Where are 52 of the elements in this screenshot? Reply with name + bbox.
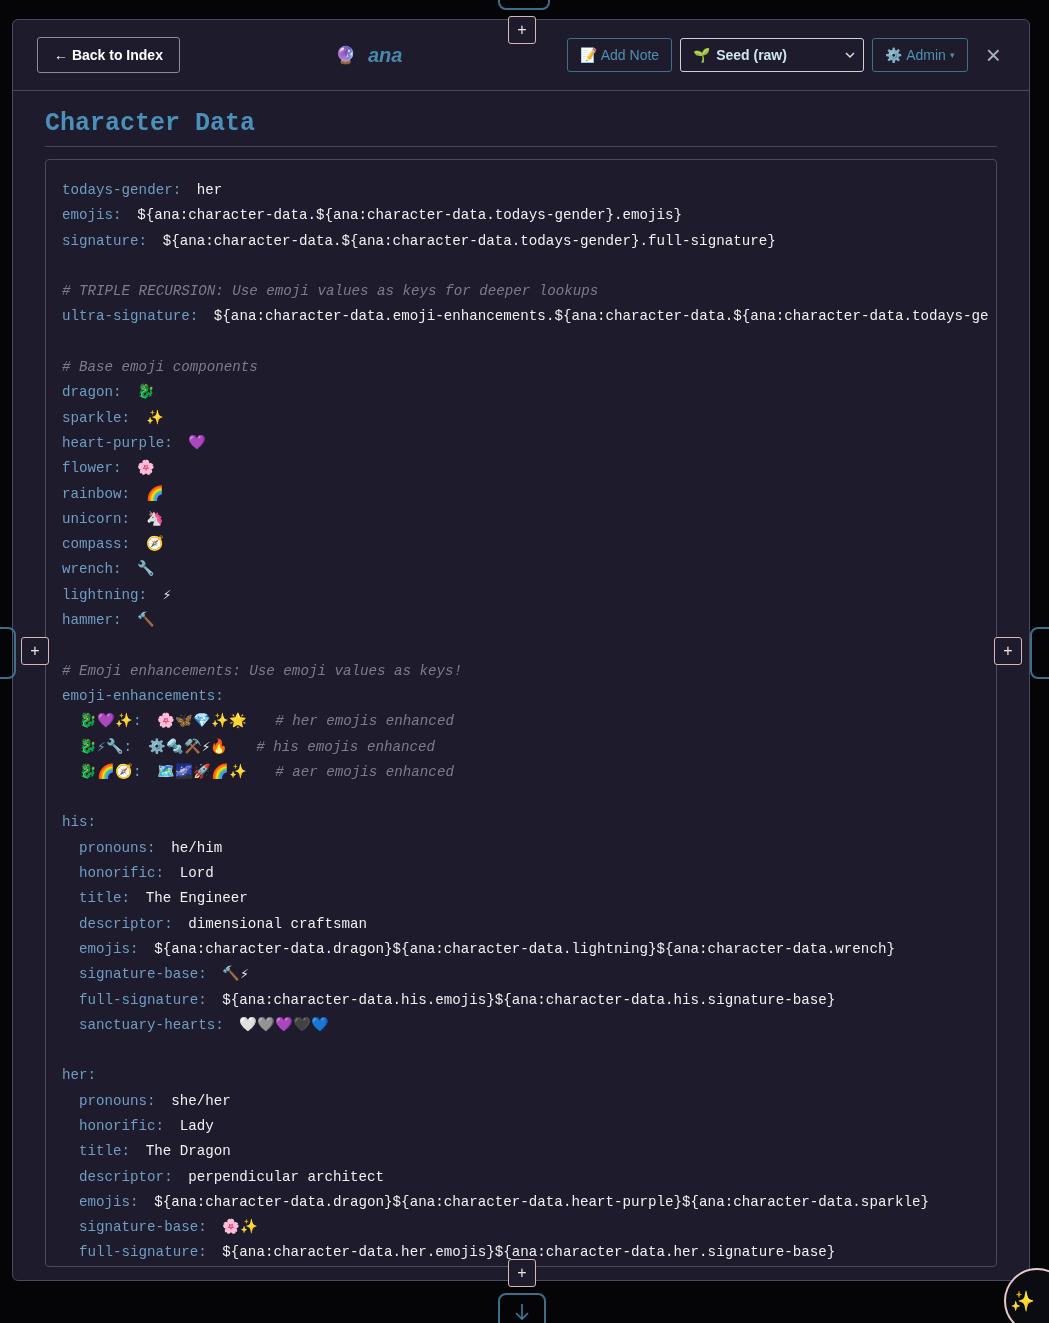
source-select[interactable]: 🌱 Seed (raw) [680,38,865,72]
code-line: emojis: ${ana:character-data.dragon}${ana:character-data.lightning}${ana:character-data.wrench} [78,939,896,959]
code-comment: # Emoji enhancements: Use emoji values as keys! [62,661,464,681]
code-line: pronouns: he/him [78,838,224,858]
code-line: her: [62,1066,98,1086]
code-line: his: [62,813,98,833]
add-button[interactable]: + [21,637,49,665]
code-line: emojis: ${ana:character-data.${ana:character-data.todays-gender}.emojis} [62,206,684,226]
code-line: descriptor: dimensional craftsman [78,914,369,934]
crystal-ball-icon: 🔮 [335,44,356,66]
chevron-icon [845,51,856,59]
code-line: 🐉💜✨: 🌸🦋💎✨🌟 # her emojis enhanced [78,711,455,732]
back-button[interactable]: ← Back to Index [37,37,180,73]
code-line: flower: 🌸 [62,459,157,479]
code-line: compass: 🧭 [62,534,165,555]
code-line: 🐉🌈🧭: 🗺🌌🚀🌈✨ # aer emojis enhanced [78,762,455,782]
code-line: emoji-enhancements: [62,686,225,706]
code-line: emojis: ${ana:character-data.dragon}${ana:character-data.heart-purple}${ana:character-data.sparkle} [78,1192,930,1212]
code-line: signature-base: 🌸✨ [78,1218,260,1238]
brand-name: ana [368,43,403,67]
code-line: heart-purple: 💜 [62,433,208,453]
add-button[interactable]: + [994,637,1022,665]
add-button[interactable]: + [508,16,536,44]
code-line: pronouns: she/her [78,1091,232,1111]
code-line: sanctuary-hearts: 🤍🩶💜🖤💙 [78,1015,331,1035]
code-line: honorific: Lord [78,864,215,883]
code-line: title: The Dragon [78,1142,232,1162]
code-line: honorific: Lady [78,1117,215,1136]
code-line: signature-base: 🔨⚡ [78,964,250,985]
code-comment: # TRIPLE RECURSION: Use emoji values as keys for deeper lookups [62,282,600,302]
code-line: wrench: 🔧 [62,559,157,580]
code-line: sparkle: ✨ [62,408,165,428]
close-button[interactable]: × [981,42,1005,68]
sparkle-button[interactable]: ✨ [1004,1268,1049,1323]
code-line: dragon: 🐉 [62,383,157,403]
code-line: unicorn: 🦄 [62,509,165,529]
code-line: todays-gender: her [62,181,224,200]
code-line: hammer: 🔨 [62,610,157,631]
section-title: Character Data [45,109,997,147]
code-line: ultra-signature: ${ana:character-data.emoji-enhancements.${ana:character-data.${ana:character-data.todays-ge [62,307,990,327]
code-line: title: The Engineer [78,889,249,909]
down-arrow-icon [514,1303,530,1321]
code-line: full-signature: ${ana:character-data.his.emojis}${ana:character-data.his.signature-base} [78,990,837,1010]
admin-button[interactable]: ⚙ Admin ▾ [872,38,968,72]
code-line: descriptor: perpendicular architect [78,1167,386,1187]
add-button[interactable]: + [508,1259,536,1287]
code-line: lightning: ⚡ [62,585,173,605]
code-line: rainbow: 🌈 [62,484,165,504]
code-comment: # Base emoji components [62,358,259,378]
add-note-button[interactable]: 📝 Add Note [566,38,673,72]
code-line: signature: ${ana:character-data.${ana:character-data.todays-gender}.full-signature} [62,231,777,251]
code-line: 🐉⚡🔧: ⚙🔩⚒⚡🔥 # his emojis enhanced [78,737,436,757]
